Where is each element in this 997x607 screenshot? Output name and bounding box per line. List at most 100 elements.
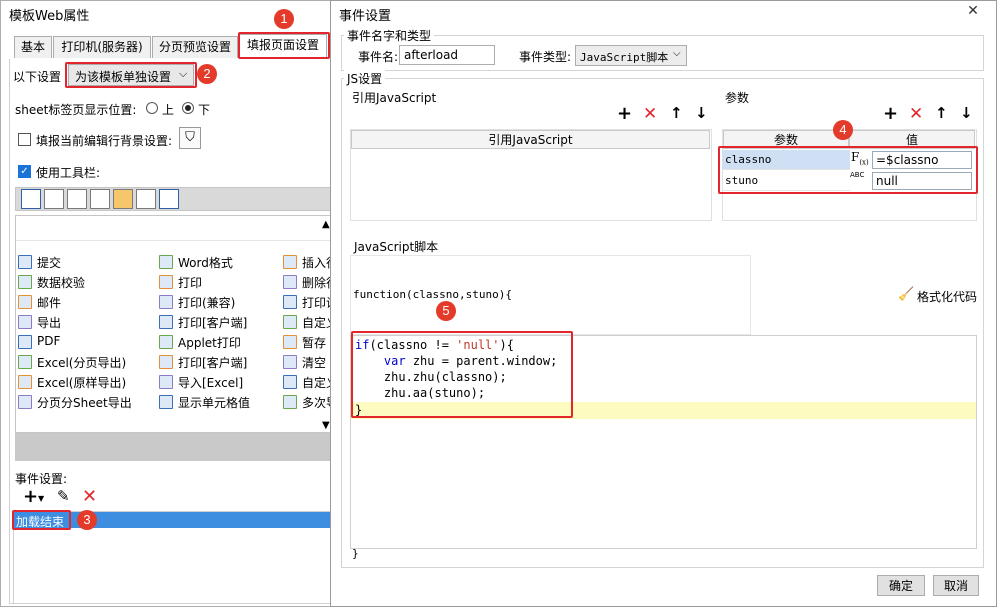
toolbar-item-icon [283, 275, 297, 289]
toolbar-item-label[interactable]: 暂存 [302, 334, 333, 351]
toolbar-item-label[interactable]: 多次导 [302, 394, 333, 411]
fill-bg-label: 填报当前编辑行背景设置: [36, 134, 173, 148]
param-value-classno: =$classno [876, 153, 939, 167]
toolbar-item-label[interactable]: 提交 [37, 254, 61, 271]
code-line: } [355, 403, 363, 417]
list-divider [16, 240, 334, 241]
dropdown-arrow-icon[interactable]: ▼ [38, 494, 44, 503]
toolbar-item-icon [283, 395, 297, 409]
toolbar-item-icon [283, 335, 297, 349]
param-value-classno-input[interactable]: =$classno [872, 151, 972, 169]
window-icon[interactable] [159, 189, 179, 209]
toolbar-item-icon [159, 355, 173, 369]
edit-icon[interactable] [44, 189, 64, 209]
export-icon[interactable] [90, 189, 110, 209]
tab-printer-server[interactable]: 打印机(服务器) [53, 36, 151, 58]
toolbar-item-icon [18, 335, 32, 349]
toolbar-item-label[interactable]: 打印(兼容) [178, 294, 235, 311]
delete-ref-js-icon[interactable]: ✕ [643, 104, 657, 124]
toolbar-item-label[interactable]: 插入行 [302, 254, 333, 271]
sheet-tab-label: sheet标签页显示位置: [15, 103, 137, 117]
toolbar-item-icon [18, 275, 32, 289]
toolbar-item-label[interactable]: 导出 [37, 314, 61, 331]
event-type-label: 事件类型: [519, 50, 572, 64]
toolbar-item-label[interactable]: 分页分Sheet导出 [37, 394, 132, 411]
param-up-icon[interactable]: ↑ [935, 104, 948, 122]
toolbar-item-label[interactable]: 导入[Excel] [178, 374, 243, 391]
close-icon[interactable]: ✕ [950, 1, 996, 21]
toolbar-item-label[interactable]: 邮件 [37, 294, 61, 311]
toolbar-item-label[interactable]: Excel(分页导出) [37, 354, 126, 371]
toolbar-item-label[interactable]: 清空 [302, 354, 333, 371]
chevron-down-icon: ⌵ [179, 67, 188, 80]
flow-icon[interactable] [136, 189, 156, 209]
use-toolbar-checkbox[interactable]: ✓ [18, 165, 31, 178]
badge-5: 5 [436, 301, 456, 321]
event-type-select[interactable]: JavaScript脚本 ⌵ [575, 45, 687, 66]
toolbar-item-icon [283, 255, 297, 269]
delete-param-icon[interactable]: ✕ [909, 104, 923, 124]
move-up-icon[interactable]: ↑ [670, 104, 683, 122]
radio-bottom-label: 下 [198, 103, 211, 117]
toolbar-item-label[interactable]: 打印[客户端] [178, 314, 247, 331]
text-type-icon[interactable]: ABC [850, 171, 864, 179]
settings-select-value: 为该模板单独设置 [75, 70, 172, 84]
ref-js-title: 引用JavaScript [352, 91, 437, 105]
email-icon[interactable] [113, 189, 133, 209]
ref-js-header: 引用JavaScript [351, 130, 710, 149]
radio-top[interactable] [146, 102, 158, 114]
code-line: zhu.zhu(classno); [355, 370, 507, 384]
edit-pen-icon[interactable]: ✎ [57, 487, 70, 505]
toolbar-item-label[interactable]: 自定义 [302, 314, 333, 331]
toolbar-item-label[interactable]: 数据校验 [37, 274, 85, 291]
paint-bucket-icon[interactable]: ⛉ [179, 127, 201, 149]
toolbar-item-label[interactable]: 显示单元格值 [178, 394, 250, 411]
tab-basic[interactable]: 基本 [14, 36, 52, 58]
event-group-title: 事件名字和类型 [344, 27, 435, 44]
delete-icon[interactable]: ✕ [82, 486, 97, 507]
toolbar-item-label[interactable]: 打印 [178, 274, 202, 291]
radio-bottom[interactable] [182, 102, 194, 114]
add-ref-js-icon[interactable]: + [617, 103, 632, 124]
params-col-value: 值 [849, 130, 975, 149]
toolbar-list-footer [15, 433, 333, 461]
toolbar-item-label[interactable]: 自定义 [302, 374, 333, 391]
toolbar-item-icon [283, 375, 297, 389]
toolbar-item-label[interactable]: PDF [37, 334, 60, 348]
save-icon[interactable] [21, 189, 41, 209]
add-icon[interactable]: + [23, 486, 38, 507]
toolbar-item-label[interactable]: 打印设 [302, 294, 333, 311]
toolbar-item-label[interactable]: 删除行 [302, 274, 333, 291]
format-code-button[interactable]: 格式化代码 [917, 288, 977, 305]
add-param-icon[interactable]: + [883, 103, 898, 124]
param-down-icon[interactable]: ↓ [960, 104, 973, 122]
param-value-stuno-input[interactable]: null [872, 172, 972, 190]
toolbar-item-icon [18, 315, 32, 329]
toolbar-item-label[interactable]: Excel(原样导出) [37, 374, 126, 391]
toolbar-preview [15, 187, 333, 211]
toolbar-item-label[interactable]: Word格式 [178, 254, 233, 271]
cancel-button[interactable]: 取消 [933, 575, 979, 596]
broom-icon[interactable]: 🧹 [898, 287, 914, 302]
scroll-up-arrow[interactable]: ▲ [322, 219, 330, 230]
dialog-title: 事件设置 [331, 1, 996, 25]
event-name-input[interactable]: afterload [399, 45, 495, 65]
tab-page-preview[interactable]: 分页预览设置 [152, 36, 238, 58]
event-settings-label: 事件设置: [15, 472, 68, 486]
print-icon[interactable] [67, 189, 87, 209]
toolbar-item-label[interactable]: 打印[客户端] [178, 354, 247, 371]
use-toolbar-label: 使用工具栏: [36, 166, 101, 180]
toolbar-item-icon [283, 355, 297, 369]
tab-fill-page-settings[interactable]: 填报页面设置 [239, 34, 327, 59]
toolbar-item-label[interactable]: Applet打印 [178, 334, 241, 351]
formula-icon[interactable]: F(x) [851, 150, 869, 166]
param-name-stuno: stuno [725, 174, 759, 187]
settings-select[interactable]: 为该模板单独设置 ⌵ [68, 64, 194, 86]
event-name-value: afterload [404, 48, 459, 62]
toolbar-item-icon [159, 395, 173, 409]
ok-button[interactable]: 确定 [877, 575, 925, 596]
fill-bg-checkbox[interactable] [18, 133, 31, 146]
code-line: zhu.aa(stuno); [355, 386, 486, 400]
scroll-down-arrow[interactable]: ▼ [322, 420, 330, 431]
move-down-icon[interactable]: ↓ [695, 104, 708, 122]
